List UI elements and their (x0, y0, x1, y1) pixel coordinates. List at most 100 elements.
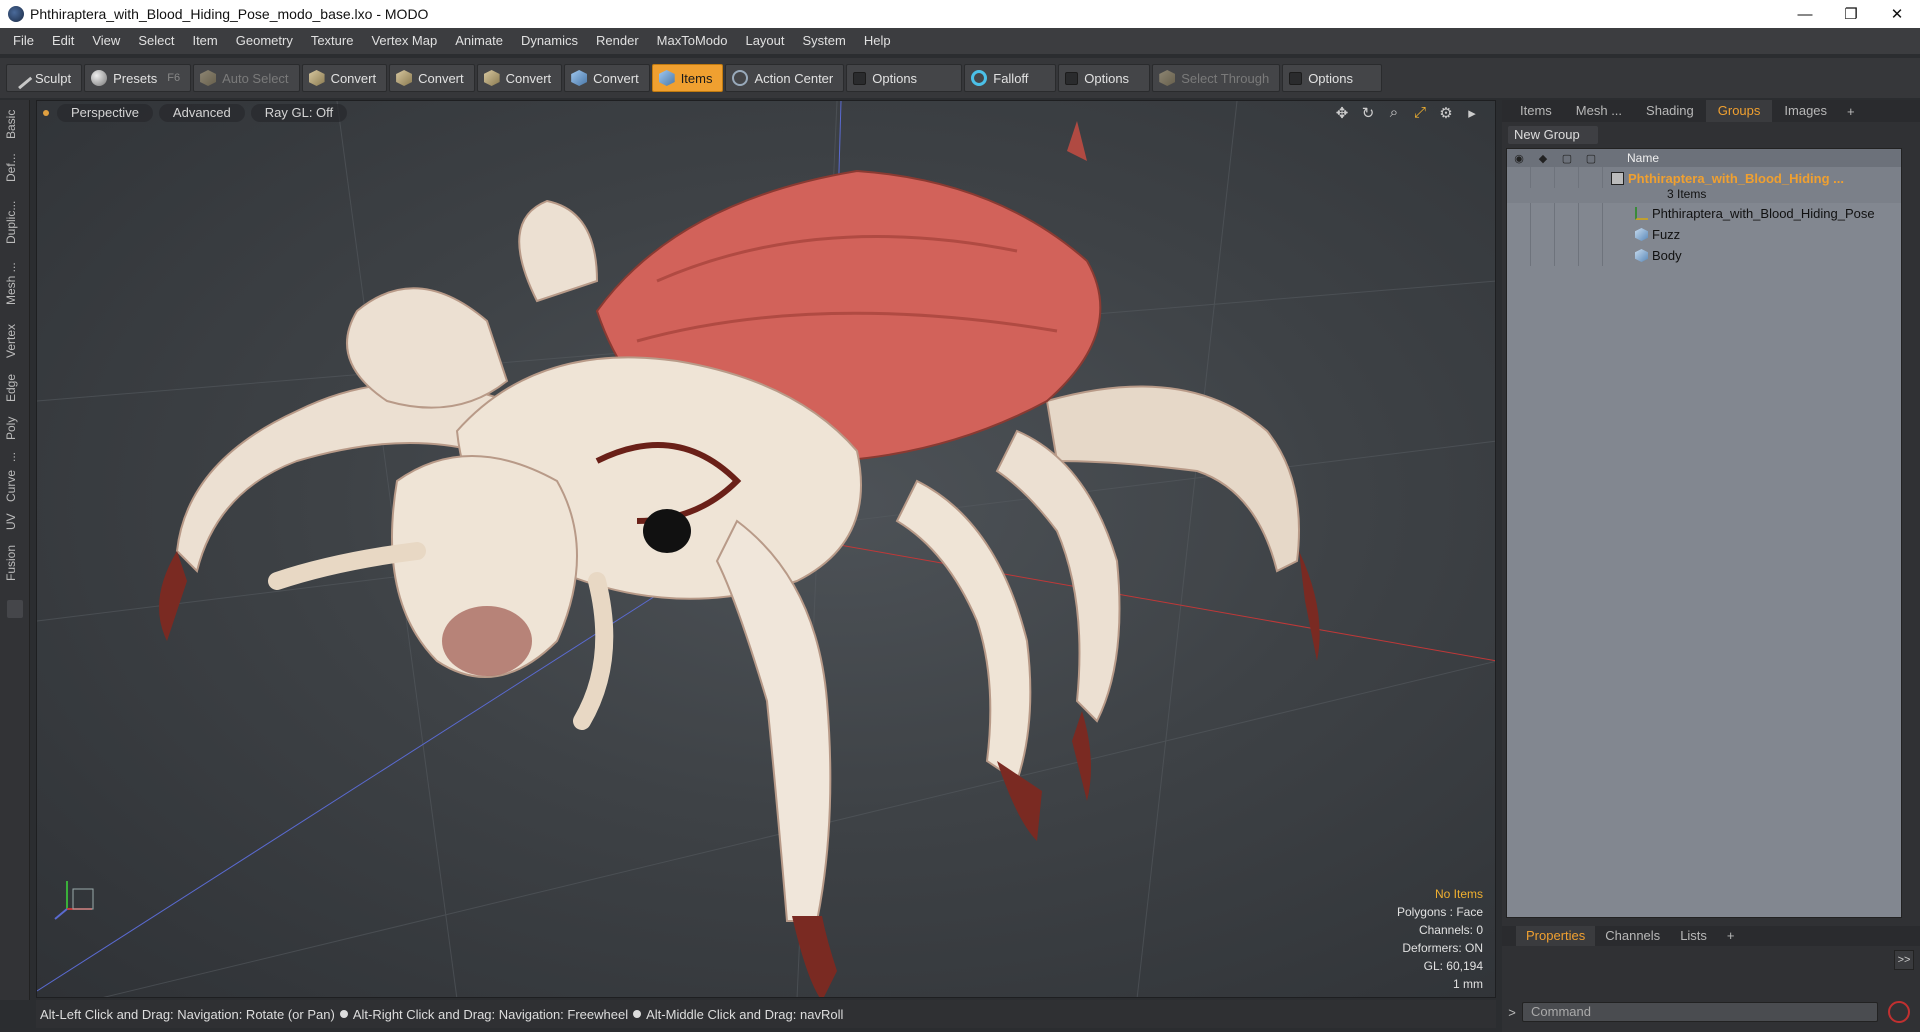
tab-items[interactable]: Items (1508, 100, 1564, 122)
menu-dynamics[interactable]: Dynamics (512, 28, 587, 54)
view-type-perspective[interactable]: Perspective (57, 104, 153, 122)
group-lock-toggle[interactable] (1531, 167, 1555, 188)
record-macro-icon[interactable] (1888, 1001, 1910, 1023)
strip-toggle-button[interactable] (7, 600, 23, 618)
restore-button[interactable]: ❐ (1828, 0, 1874, 28)
viewport-settings-icon[interactable]: ⚙ (1437, 104, 1455, 122)
tab-duplicate[interactable]: Duplic... (4, 192, 26, 252)
add-lower-tab-icon[interactable]: + (1717, 926, 1745, 946)
falloff-button[interactable]: Falloff (964, 64, 1057, 92)
tab-uv[interactable]: UV (4, 508, 26, 536)
menu-geometry[interactable]: Geometry (227, 28, 302, 54)
group-render-toggle[interactable] (1555, 167, 1579, 188)
tab-lists[interactable]: Lists (1670, 926, 1717, 946)
convert-vertices-button[interactable]: Convert (301, 64, 388, 92)
command-row: > Command (1502, 1000, 1920, 1024)
sculpt-button[interactable]: Sculpt (6, 64, 83, 92)
status-hint-rotate: Alt-Left Click and Drag: Navigation: Rot… (40, 1006, 335, 1022)
tab-deform[interactable]: Def... (4, 148, 26, 188)
command-history-icon[interactable]: > (1502, 1005, 1522, 1020)
row-col (1579, 203, 1603, 224)
menu-select[interactable]: Select (129, 28, 183, 54)
group-visibility-toggle[interactable] (1507, 167, 1531, 188)
add-tab-icon[interactable]: + (1839, 104, 1863, 119)
tree-item-locator[interactable]: Phthiraptera_with_Blood_Hiding_Pose (1507, 203, 1901, 224)
group-row[interactable]: Phthiraptera_with_Blood_Hiding ... 3 Ite… (1507, 167, 1901, 203)
convert-materials-button[interactable]: Convert (564, 64, 650, 92)
menu-vertex-map[interactable]: Vertex Map (362, 28, 446, 54)
viewport-more-icon[interactable]: ▸ (1463, 104, 1481, 122)
convert-polygons-button[interactable]: Convert (476, 64, 563, 92)
new-group-button[interactable]: New Group (1508, 126, 1598, 144)
row-col (1531, 245, 1555, 266)
expand-arrow-button[interactable]: >> (1894, 950, 1914, 970)
menu-render[interactable]: Render (587, 28, 648, 54)
menu-maxtomodo[interactable]: MaxToModo (648, 28, 737, 54)
tab-fusion[interactable]: Fusion (4, 540, 26, 586)
items-mode-button[interactable]: Items (651, 64, 724, 92)
options-checkbox-2[interactable] (1065, 71, 1079, 85)
convert-edges-button[interactable]: Convert (389, 64, 475, 92)
auto-select-label: Auto Select (222, 70, 289, 86)
tree-item-body[interactable]: Body (1507, 245, 1901, 266)
minimize-button[interactable]: — (1782, 0, 1828, 28)
options-label-2: Options (1084, 70, 1130, 86)
action-center-button[interactable]: Action Center (725, 64, 845, 92)
options-checkbox-1[interactable] (853, 71, 867, 85)
render-column-icon[interactable]: ▢ (1555, 152, 1579, 165)
options-checkbox-3[interactable] (1289, 71, 1303, 85)
shading-mode-advanced[interactable]: Advanced (158, 104, 245, 122)
falloff-options-button[interactable]: Options (1058, 64, 1151, 92)
maximize-view-icon[interactable]: ⤢ (1411, 104, 1429, 122)
raygl-toggle[interactable]: Ray GL: Off (250, 104, 348, 122)
menu-help[interactable]: Help (855, 28, 900, 54)
tab-mesh[interactable]: Mesh ... (4, 256, 26, 312)
name-column-header[interactable]: Name (1627, 151, 1659, 165)
falloff-label: Falloff (993, 70, 1029, 86)
select-through-options-button[interactable]: Options (1282, 64, 1383, 92)
tab-groups[interactable]: Groups (1705, 100, 1773, 122)
command-input[interactable]: Command (1522, 1002, 1878, 1022)
sculpt-label: Sculpt (35, 70, 72, 86)
tab-channels[interactable]: Channels (1595, 926, 1670, 946)
viewport-menu-dot[interactable] (43, 110, 49, 116)
menu-item[interactable]: Item (183, 28, 226, 54)
lock-column-icon[interactable]: ◆ (1531, 152, 1555, 165)
presets-button[interactable]: Presets F6 (84, 64, 192, 92)
rotate-view-icon[interactable]: ↻ (1359, 104, 1377, 122)
menu-animate[interactable]: Animate (446, 28, 512, 54)
select-through-button[interactable]: Select Through (1152, 64, 1281, 92)
3d-viewport[interactable]: Perspective Advanced Ray GL: Off ✥ ↻ ⌕ ⤢… (36, 100, 1496, 998)
menu-texture[interactable]: Texture (302, 28, 363, 54)
tab-images[interactable]: Images (1772, 100, 1839, 122)
auto-select-button[interactable]: Auto Select (193, 64, 300, 92)
tab-shading[interactable]: Shading (1634, 100, 1706, 122)
tab-poly[interactable]: Poly (4, 410, 26, 446)
mesh-icon (1635, 228, 1648, 241)
right-panel-tabs: Items Mesh ... Shading Groups Images + (1502, 100, 1920, 122)
menu-layout[interactable]: Layout (736, 28, 793, 54)
action-center-options-button[interactable]: Options (846, 64, 963, 92)
action-center-label: Action Center (754, 70, 834, 86)
select-column-icon[interactable]: ▢ (1579, 152, 1603, 165)
menu-view[interactable]: View (83, 28, 129, 54)
visibility-column-icon[interactable]: ◉ (1507, 152, 1531, 165)
tab-more[interactable]: ... (4, 448, 26, 466)
stat-unit: 1 mm (1453, 977, 1483, 991)
menu-edit[interactable]: Edit (43, 28, 83, 54)
group-name: Phthiraptera_with_Blood_Hiding ... (1628, 171, 1844, 186)
close-button[interactable]: ✕ (1874, 0, 1920, 28)
zoom-view-icon[interactable]: ⌕ (1385, 104, 1403, 122)
tab-vertex[interactable]: Vertex (4, 316, 26, 366)
tree-item-fuzz[interactable]: Fuzz (1507, 224, 1901, 245)
tab-mesh[interactable]: Mesh ... (1564, 100, 1634, 122)
tab-basic[interactable]: Basic (4, 104, 26, 144)
tab-edge[interactable]: Edge (4, 368, 26, 408)
group-select-toggle[interactable] (1579, 167, 1603, 188)
move-view-icon[interactable]: ✥ (1333, 104, 1351, 122)
menu-file[interactable]: File (4, 28, 43, 54)
menu-system[interactable]: System (794, 28, 855, 54)
presets-shortcut: F6 (167, 72, 181, 84)
tab-properties[interactable]: Properties (1516, 926, 1596, 946)
tab-curve[interactable]: Curve (4, 466, 26, 506)
